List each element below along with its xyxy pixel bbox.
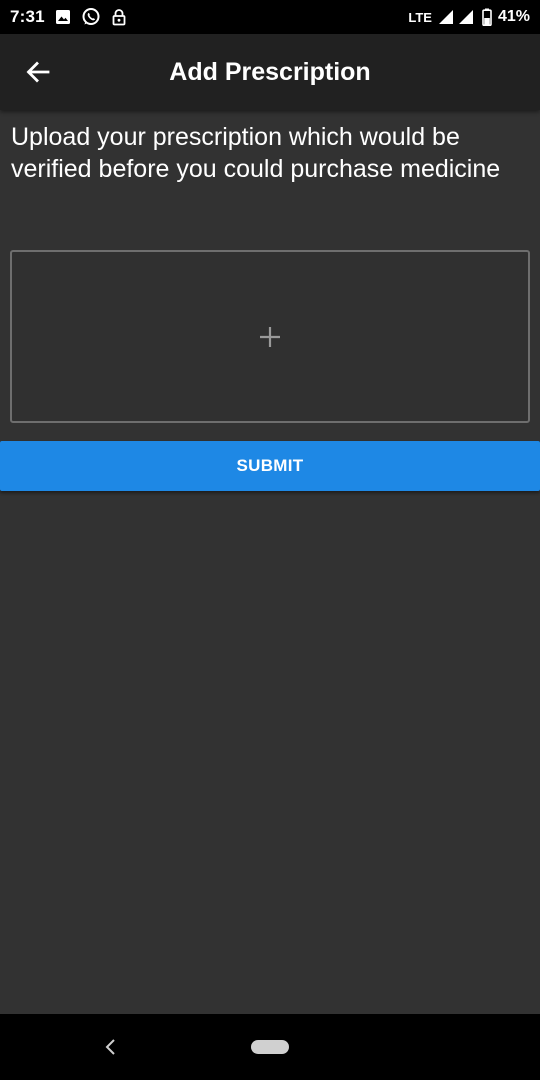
- submit-button[interactable]: SUBMIT: [0, 441, 540, 491]
- status-time: 7:31: [10, 7, 45, 26]
- status-left: 7:31: [10, 7, 127, 27]
- nav-back-icon[interactable]: [100, 1036, 122, 1058]
- system-nav-bar: [0, 1014, 540, 1080]
- signal-icon: [438, 9, 454, 25]
- app-bar: Add Prescription: [0, 34, 540, 110]
- nav-home-pill[interactable]: [251, 1040, 289, 1054]
- image-icon: [55, 9, 71, 25]
- battery-percent: 41%: [497, 8, 530, 25]
- status-right: LTE 41%: [408, 8, 530, 26]
- upload-prescription-box[interactable]: [10, 250, 530, 423]
- signal-icon: [458, 9, 474, 25]
- whatsapp-icon: [81, 7, 101, 27]
- battery-icon: [482, 8, 492, 26]
- lock-icon: [111, 8, 127, 26]
- plus-icon: [260, 326, 280, 347]
- network-type: LTE: [408, 9, 432, 25]
- page-title: Add Prescription: [169, 58, 371, 86]
- screen: 7:31 LTE 41% Add Prescription Upload you…: [0, 0, 540, 1080]
- status-bar: 7:31 LTE 41%: [0, 0, 540, 34]
- upload-instructions: Upload your prescription which would be …: [11, 123, 501, 183]
